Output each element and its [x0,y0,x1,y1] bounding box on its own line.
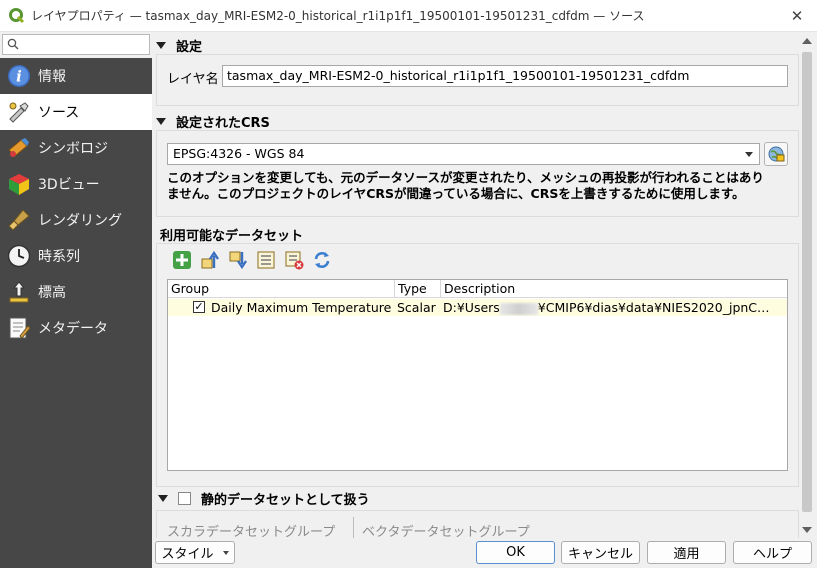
sidebar-item-label: 時系列 [38,249,80,265]
scalar-group-label: スカラデータセットグループ [167,525,336,538]
tree-header: Group Type Description [168,280,787,298]
sidebar-item-temporal[interactable]: 時系列 [0,238,152,274]
cube-3d-icon [6,171,32,197]
vector-group-label: ベクタデータセットグループ [362,525,530,538]
collapse-triangle-icon [156,118,166,125]
crs-note-line-2: ません。このプロジェクトのレイヤCRSが間違っている場合に、CRSを上書きするた… [167,186,745,201]
title-bar: レイヤプロパティ — tasmax_day_MRI-ESM2-0_histori… [0,0,817,32]
svg-text:i: i [16,68,22,86]
sidebar-item-elevation[interactable]: 標高 [0,274,152,310]
layer-name-field[interactable]: tasmax_day_MRI-ESM2-0_historical_r1i1p1f… [222,65,788,87]
crs-note: このオプションを変更しても、元のデータソースが変更されたり、メッシュの再投影が行… [167,170,795,202]
crs-group: EPSG:4326 - WGS 84 このオプションを変更しても、元のデータソー… [156,130,799,217]
sidebar-item-metadata[interactable]: メタデータ [0,310,152,346]
description-suffix: ¥CMIP6¥dias¥data¥NIES2020_jpnC… [537,300,770,315]
metadata-icon [6,315,32,341]
datasets-group: Group Type Description ✓ Daily Maximum T… [156,243,799,487]
datasets-title: 利用可能なデータセット [160,229,304,244]
search-icon [7,38,19,50]
symbology-icon [6,135,32,161]
section-title: 設定されたCRS [176,116,270,131]
static-dataset-checkbox[interactable] [178,492,191,505]
sidebar-item-label: ソース [38,105,80,121]
sidebar-item-symbology[interactable]: シンボロジ [0,130,152,166]
divider [353,517,354,538]
main-scrollbar[interactable] [799,32,815,538]
dataset-type-cell: Scalar [397,300,436,315]
main-panel: 設定 レイヤ名 tasmax_day_MRI-ESM2-0_historical… [152,32,799,538]
static-group: スカラデータセットグループ ベクタデータセットグループ [156,510,799,538]
layer-name-label: レイヤ名 [167,72,219,87]
info-icon: i [6,63,32,89]
sidebar-item-3dview[interactable]: 3Dビュー [0,166,152,202]
sidebar-item-label: シンボロジ [38,141,108,157]
window-title: レイヤプロパティ — tasmax_day_MRI-ESM2-0_histori… [31,9,645,23]
sidebar: i 情報 ソース シンボロジ 3Dビュー レンダリング 時系列 標高 メタデータ [0,32,152,568]
chevron-down-icon [222,550,229,555]
static-dataset-label: 静的データセットとして扱う [201,493,370,508]
close-icon[interactable]: ✕ [785,4,809,28]
elevation-icon [6,279,32,305]
section-title: 設定 [176,40,203,55]
settings-section-toggle[interactable]: 設定 [156,36,202,55]
chevron-down-icon [745,152,753,157]
style-button-label: スタイル [161,547,214,562]
search-input[interactable] [2,34,150,55]
apply-button[interactable]: 適用 [647,541,726,564]
refresh-icon[interactable] [311,249,333,271]
add-dataset-icon[interactable] [171,249,193,271]
sidebar-item-label: 情報 [38,69,66,85]
sidebar-item-label: メタデータ [38,321,108,337]
collapse-triangle-icon [158,495,168,502]
scroll-thumb[interactable] [802,52,812,512]
globe-icon [768,146,785,162]
sidebar-item-info[interactable]: i 情報 [0,58,152,94]
move-down-icon[interactable] [227,249,249,271]
crs-select[interactable]: EPSG:4326 - WGS 84 [167,143,760,165]
crs-section-toggle[interactable]: 設定されたCRS [156,112,270,131]
source-icon [6,99,32,125]
column-header-type[interactable]: Type [395,280,441,298]
cancel-button[interactable]: キャンセル [561,541,640,564]
style-button[interactable]: スタイル [155,541,235,564]
sidebar-item-label: 3Dビュー [38,177,100,193]
help-button[interactable]: ヘルプ [733,541,812,564]
crs-note-line-1: このオプションを変更しても、元のデータソースが変更されたり、メッシュの再投影が行… [167,170,764,185]
list-icon[interactable] [255,249,277,271]
crs-selected-value: EPSG:4326 - WGS 84 [173,146,305,161]
sidebar-item-source[interactable]: ソース [0,94,152,130]
redacted-username [499,302,538,315]
scroll-up-icon[interactable] [802,38,812,44]
sidebar-item-label: レンダリング [38,213,122,229]
description-prefix: D:¥Users [443,300,500,315]
ok-button[interactable]: OK [476,541,555,564]
sidebar-item-label: 標高 [38,285,66,301]
static-dataset-toggle[interactable]: 静的データセットとして扱う [158,489,370,508]
column-header-group[interactable]: Group [168,280,395,298]
sidebar-item-rendering[interactable]: レンダリング [0,202,152,238]
qgis-logo-icon [9,7,25,23]
dataset-checkbox[interactable]: ✓ [193,301,205,313]
dataset-group-cell: Daily Maximum Temperature [211,300,392,315]
remove-list-icon[interactable] [283,249,305,271]
dataset-description-cell: D:¥Users ¥CMIP6¥dias¥data¥NIES2020_jpnC… [443,299,787,316]
datasets-toolbar [171,249,339,271]
select-crs-button[interactable] [764,142,788,166]
table-row[interactable]: ✓ Daily Maximum Temperature Scalar D:¥Us… [168,299,787,316]
sidebar-nav: i 情報 ソース シンボロジ 3Dビュー レンダリング 時系列 標高 メタデータ [0,58,152,568]
scroll-down-icon[interactable] [802,527,812,533]
move-up-icon[interactable] [199,249,221,271]
datasets-tree[interactable]: Group Type Description ✓ Daily Maximum T… [167,279,788,471]
clock-icon [6,243,32,269]
column-header-description[interactable]: Description [441,280,787,298]
paintbrush-icon [6,207,32,233]
collapse-triangle-icon [156,42,166,49]
settings-group: レイヤ名 tasmax_day_MRI-ESM2-0_historical_r1… [156,54,799,106]
